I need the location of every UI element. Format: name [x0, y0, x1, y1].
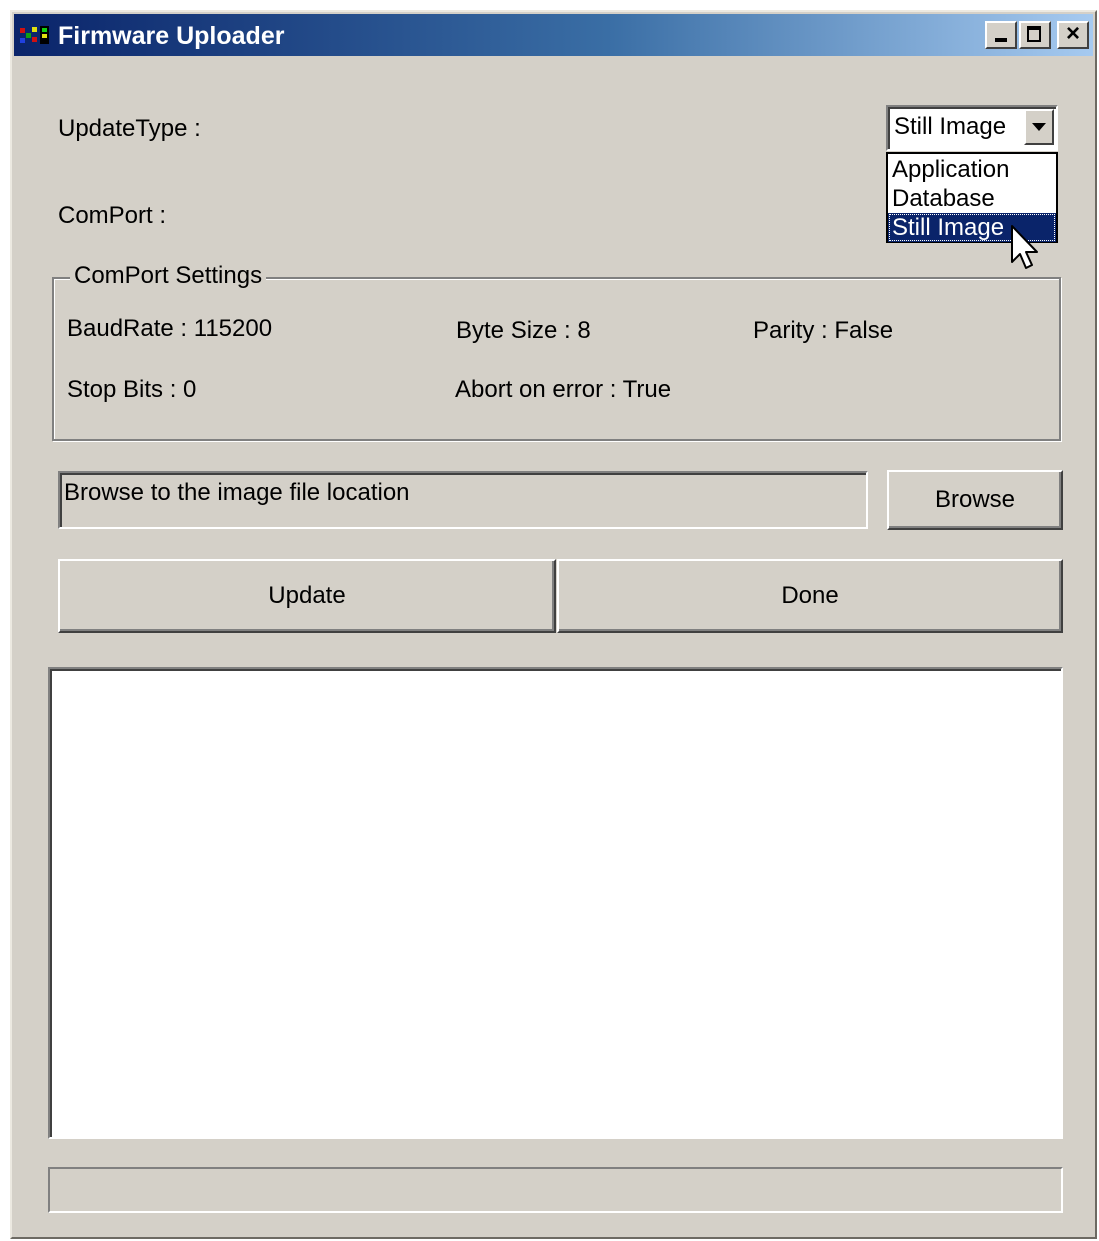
update-type-select[interactable]: Still Image — [886, 105, 1058, 151]
comport-settings-title: ComPort Settings — [70, 262, 267, 290]
mouse-pointer-icon — [1011, 225, 1038, 269]
dropdown-arrow-button[interactable] — [1024, 109, 1054, 145]
image-file-path-field[interactable]: Browse to the image file location — [58, 471, 868, 529]
done-button[interactable]: Done — [557, 559, 1063, 633]
image-file-path-text: Browse to the image file location — [64, 479, 410, 506]
option-database[interactable]: Database — [888, 184, 1056, 213]
comport-label: ComPort : — [58, 202, 167, 229]
app-icon — [20, 26, 49, 44]
title-bar[interactable]: Firmware Uploader × — [14, 14, 1093, 56]
update-button[interactable]: Update — [58, 559, 556, 633]
close-icon: × — [1065, 20, 1080, 47]
window-title: Firmware Uploader — [58, 22, 285, 50]
minimize-icon — [995, 38, 1007, 42]
browse-button-label: Browse — [934, 486, 1016, 513]
output-log-frame — [50, 669, 1061, 1137]
minimize-button[interactable] — [985, 21, 1017, 49]
option-application[interactable]: Application — [888, 155, 1056, 184]
chevron-down-icon — [1032, 123, 1046, 131]
byte-size-text: Byte Size : 8 — [456, 317, 591, 344]
close-button[interactable]: × — [1057, 21, 1089, 49]
update-button-label: Update — [268, 582, 346, 609]
update-type-selected-value: Still Image — [894, 113, 1007, 140]
browse-button[interactable]: Browse — [887, 470, 1063, 530]
abort-on-error-text: Abort on error : True — [455, 376, 672, 403]
stop-bits-text: Stop Bits : 0 — [67, 376, 197, 403]
output-log-area[interactable] — [48, 667, 1063, 1139]
parity-text: Parity : False — [753, 317, 894, 344]
baud-rate-text: BaudRate : 115200 — [67, 315, 273, 342]
progress-bar — [48, 1167, 1063, 1213]
maximize-button[interactable] — [1019, 21, 1051, 49]
done-button-label: Done — [781, 582, 839, 609]
maximize-icon — [1027, 26, 1041, 42]
comport-settings-group — [52, 277, 1061, 441]
app-window: Firmware Uploader × UpdateType : ComPort… — [10, 10, 1097, 1239]
update-type-label: UpdateType : — [58, 115, 201, 142]
